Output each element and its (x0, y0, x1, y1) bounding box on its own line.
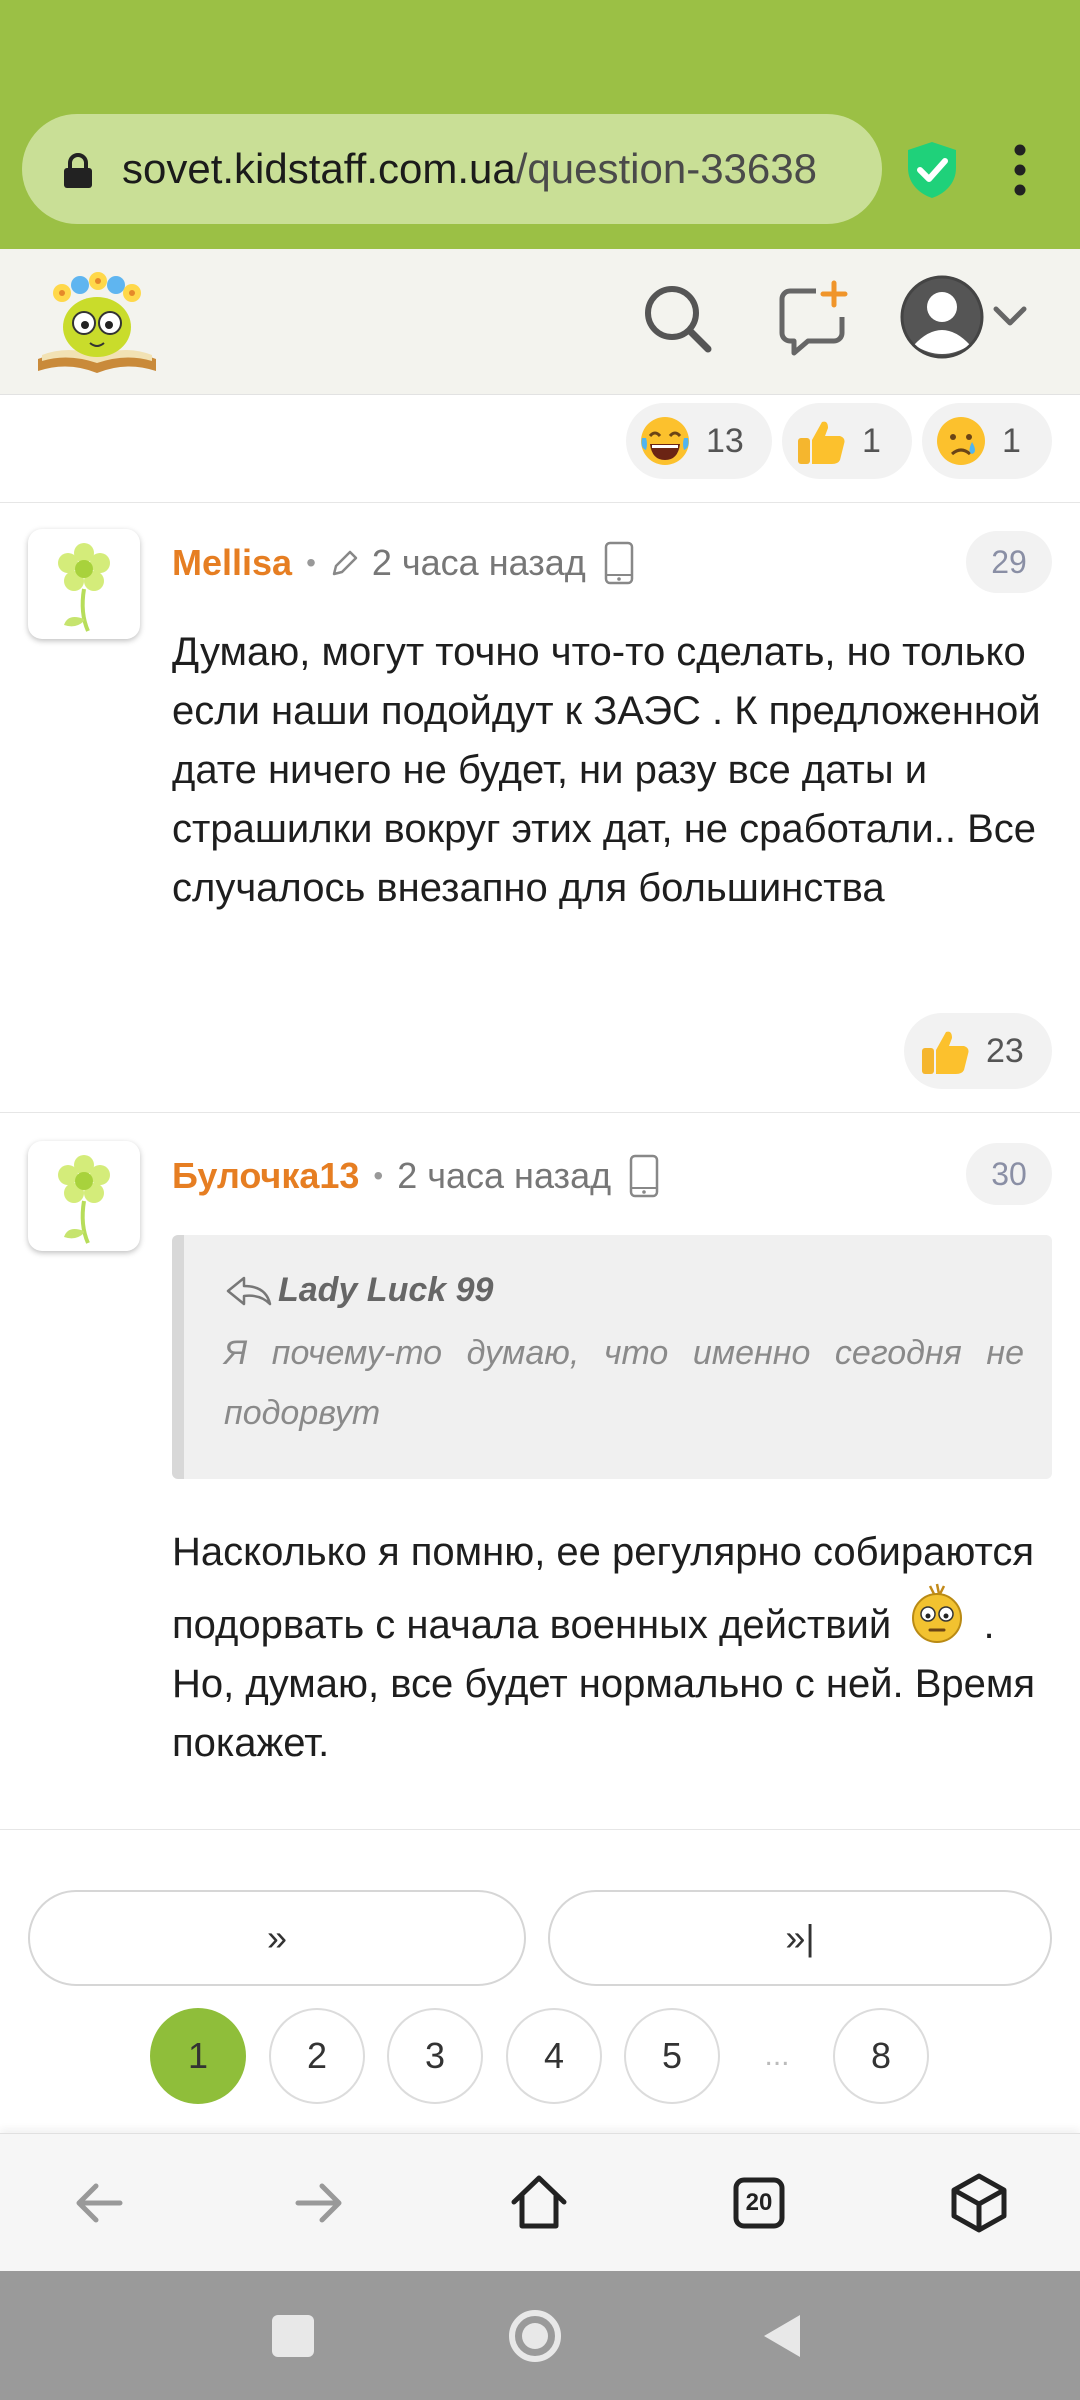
browser-bottom-toolbar: 20 (0, 2133, 1080, 2271)
page-button-1[interactable]: 1 (150, 2008, 246, 2104)
url-text[interactable]: sovet.kidstaff.com.ua/question-33638 (122, 114, 882, 224)
quote-author-name: Lady Luck 99 (278, 1271, 494, 1309)
back-triangle-icon[interactable] (756, 2309, 810, 2363)
home-icon[interactable] (504, 2168, 574, 2238)
quote-author[interactable]: Lady Luck 99 (224, 1271, 493, 1310)
avatar[interactable] (28, 529, 140, 639)
shield-check-icon[interactable] (904, 140, 960, 200)
comment-author[interactable]: Булочка13 (172, 1155, 359, 1197)
thinking-smiley-icon (912, 1583, 963, 1643)
browser-chrome: sovet.kidstaff.com.ua/question-33638 (0, 0, 1080, 249)
thumbs-up-emoji-icon (922, 1031, 969, 1074)
comment-time: 2 часа назад (397, 1155, 612, 1196)
laughing-emoji-icon (641, 417, 689, 465)
mobile-device-icon (629, 1154, 659, 1198)
post-reactions: 13 1 1 (0, 395, 1080, 503)
reaction-laugh[interactable]: 13 (626, 403, 772, 479)
site-header (0, 249, 1080, 395)
page-button-5[interactable]: 5 (624, 2008, 720, 2104)
last-page-button[interactable]: »| (548, 1890, 1052, 1986)
extensions-cube-icon[interactable] (944, 2168, 1014, 2238)
address-bar[interactable]: sovet.kidstaff.com.ua/question-33638 (22, 114, 882, 224)
chat-plus-icon[interactable] (776, 279, 852, 359)
recents-square-icon[interactable] (266, 2309, 320, 2363)
mobile-device-icon (604, 541, 633, 585)
url-domain: sovet.kidstaff.com.ua (122, 145, 516, 192)
page-button-8[interactable]: 8 (833, 2008, 929, 2104)
page-ellipsis: ... (764, 2039, 790, 2072)
comment-meta: Mellisa • 2 часа назад (172, 535, 634, 591)
flower-avatar-icon (58, 1155, 110, 1244)
back-arrow-icon[interactable] (64, 2168, 134, 2238)
avatar[interactable] (28, 1141, 140, 1251)
reaction-like[interactable]: 1 (782, 403, 912, 479)
comment-text: Насколько я помню, ее регулярно собирают… (172, 1523, 1052, 1773)
edited-pencil-icon (332, 550, 358, 576)
reply-arrow-icon (226, 1276, 272, 1305)
comment-meta: Булочка13 • 2 часа назад (172, 1148, 659, 1204)
user-avatar-icon[interactable] (900, 275, 984, 359)
forward-arrow-icon[interactable] (284, 2168, 354, 2238)
crying-emoji-icon (937, 417, 985, 465)
reaction-count: 1 (862, 421, 881, 460)
thumbs-up-emoji-icon (798, 421, 845, 464)
comment-number[interactable]: 29 (966, 531, 1052, 593)
page-button-2[interactable]: 2 (269, 2008, 365, 2104)
comment-time: 2 часа назад (371, 542, 586, 583)
like-button[interactable]: 23 (904, 1013, 1052, 1089)
reaction-count: 1 (1002, 421, 1021, 460)
more-menu-icon[interactable] (1000, 140, 1040, 200)
url-path: /question-33638 (515, 145, 817, 192)
reaction-count: 13 (706, 421, 744, 460)
search-icon[interactable] (640, 279, 716, 359)
comment: Булочка13 • 2 часа назад 30 Lady Luck 99… (0, 1113, 1080, 1830)
comment-number[interactable]: 30 (966, 1143, 1052, 1205)
comment-text: Думаю, могут точно что-то сделать, но то… (172, 630, 1041, 910)
comment-text-part: Насколько я помню, ее регулярно собирают… (172, 1530, 1035, 1647)
comment-author[interactable]: Mellisa (172, 542, 292, 584)
home-circle-icon[interactable] (508, 2309, 562, 2363)
page-button-3[interactable]: 3 (387, 2008, 483, 2104)
comment: Mellisa • 2 часа назад 29 Думаю, могут т… (0, 503, 1080, 1113)
lock-icon (64, 153, 92, 188)
tab-count: 20 (745, 2189, 773, 2216)
like-count: 23 (986, 1031, 1024, 1070)
android-navigation-bar (0, 2271, 1080, 2400)
reaction-cry[interactable]: 1 (922, 403, 1052, 479)
quote-text: Я почему-то думаю, что именно сегодня не… (224, 1334, 1024, 1432)
tabs-button[interactable]: 20 (724, 2168, 794, 2238)
quote-block: Lady Luck 99 Я почему-то думаю, что имен… (172, 1235, 1052, 1479)
next-page-button[interactable]: » (28, 1890, 526, 1986)
flower-avatar-icon (58, 543, 110, 632)
page-button-4[interactable]: 4 (506, 2008, 602, 2104)
chevron-down-icon[interactable] (990, 299, 1030, 335)
bookworm-logo-icon[interactable] (32, 263, 162, 381)
separator-dot: • (306, 547, 316, 578)
separator-dot: • (373, 1160, 384, 1191)
